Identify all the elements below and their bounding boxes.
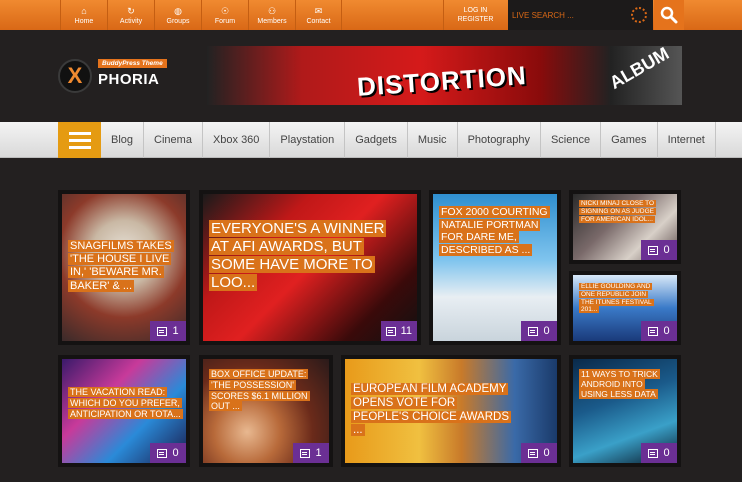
comment-icon — [528, 448, 539, 458]
comment-count-badge[interactable]: 0 — [521, 443, 557, 463]
post-card[interactable]: BOX OFFICE UPDATE: 'THE POSSESSION' SCOR… — [199, 355, 333, 467]
post-card[interactable]: ELLIE GOULDING AND ONE REPUBLIC JOIN THE… — [569, 271, 681, 345]
nav-label: Forum — [214, 17, 236, 25]
post-card[interactable]: 11 WAYS TO TRICK ANDROID INTO USING LESS… — [569, 355, 681, 467]
logo-tagline: BuddyPress Theme — [98, 59, 167, 68]
comment-count-badge[interactable]: 0 — [641, 240, 677, 260]
banner-side-text: ALBUM — [606, 46, 673, 93]
nav-home[interactable]: ⌂ Home — [60, 0, 107, 30]
home-icon: ⌂ — [81, 5, 87, 16]
contact-icon: ✉ — [314, 5, 323, 16]
comment-icon — [648, 448, 659, 458]
search-input[interactable] — [512, 6, 622, 24]
nav-label: Groups — [166, 17, 190, 25]
logo-name: PHORIA — [98, 71, 160, 88]
comment-icon — [648, 326, 659, 336]
groups-icon: ◍ — [174, 5, 182, 16]
category-gadgets[interactable]: Gadgets — [345, 122, 408, 158]
members-icon: ⚇ — [267, 5, 277, 16]
category-games[interactable]: Games — [601, 122, 658, 158]
category-xbox-360[interactable]: Xbox 360 — [203, 122, 271, 158]
category-science[interactable]: Science — [541, 122, 602, 158]
nav-members[interactable]: ⚇ Members — [248, 0, 295, 30]
category-cinema[interactable]: Cinema — [144, 122, 203, 158]
nav-label: Activity — [119, 17, 143, 25]
comment-icon — [157, 448, 168, 458]
comment-count-badge[interactable]: 0 — [641, 321, 677, 341]
header-banner[interactable]: DISTORTION ALBUM — [207, 46, 682, 105]
top-navigation: ⌂ Home ↻ Activity ◍ Groups ☉ Forum ⚇ Members … — [60, 0, 342, 30]
post-card[interactable]: NICKI MINAJ CLOSE TO SIGNING ON AS JUDGE… — [569, 190, 681, 264]
search-icon — [660, 6, 678, 24]
post-title: FOX 2000 COURTING NATALIE PORTMAN FOR DA… — [439, 206, 550, 256]
category-menu: Blog Cinema Xbox 360 Playstation Gadgets… — [101, 122, 716, 158]
category-photography[interactable]: Photography — [458, 122, 541, 158]
post-card[interactable]: SNAGFILMS TAKES 'THE HOUSE I LIVE IN,' '… — [58, 190, 190, 345]
category-playstation[interactable]: Playstation — [270, 122, 346, 158]
comment-count-badge[interactable]: 0 — [150, 443, 186, 463]
comment-count-badge[interactable]: 1 — [150, 321, 186, 341]
site-logo[interactable]: X BuddyPress Theme PHORIA — [58, 56, 178, 96]
menu-toggle-button[interactable] — [58, 122, 101, 158]
comment-icon — [385, 326, 396, 336]
nav-contact[interactable]: ✉ Contact — [295, 0, 342, 30]
logo-mark: X — [58, 59, 92, 93]
post-card[interactable]: EVERYONE'S A WINNER AT AFI AWARDS, BUT S… — [199, 190, 421, 345]
post-title: SNAGFILMS TAKES 'THE HOUSE I LIVE IN,' '… — [68, 240, 174, 292]
nav-groups[interactable]: ◍ Groups — [154, 0, 201, 30]
nav-label: Home — [74, 17, 94, 25]
auth-links: LOG IN REGISTER — [443, 0, 507, 30]
nav-activity[interactable]: ↻ Activity — [107, 0, 154, 30]
post-title: THE VACATION READ: WHICH DO YOU PREFER, … — [68, 387, 183, 419]
nav-forum[interactable]: ☉ Forum — [201, 0, 248, 30]
comment-icon — [648, 245, 659, 255]
comment-icon — [157, 326, 168, 336]
settings-gear-icon[interactable] — [631, 7, 647, 23]
comment-count-badge[interactable]: 0 — [521, 321, 557, 341]
post-card[interactable]: FOX 2000 COURTING NATALIE PORTMAN FOR DA… — [429, 190, 561, 345]
post-title: NICKI MINAJ CLOSE TO SIGNING ON AS JUDGE… — [579, 200, 657, 223]
category-music[interactable]: Music — [408, 122, 458, 158]
comment-count-badge[interactable]: 1 — [293, 443, 329, 463]
nav-label: Contact — [306, 17, 331, 25]
post-title: ELLIE GOULDING AND ONE REPUBLIC JOIN THE… — [579, 283, 654, 314]
comment-icon — [528, 326, 539, 336]
post-title: EVERYONE'S A WINNER AT AFI AWARDS, BUT S… — [209, 220, 387, 291]
post-title: EUROPEAN FILM ACADEMY OPENS VOTE FOR PEO… — [351, 383, 511, 437]
register-link[interactable]: REGISTER — [458, 15, 494, 24]
activity-icon: ↻ — [127, 5, 135, 16]
category-internet[interactable]: Internet — [658, 122, 716, 158]
post-title: BOX OFFICE UPDATE: 'THE POSSESSION' SCOR… — [209, 369, 310, 412]
post-card[interactable]: THE VACATION READ: WHICH DO YOU PREFER, … — [58, 355, 190, 467]
post-title: 11 WAYS TO TRICK ANDROID INTO USING LESS… — [579, 369, 660, 400]
search-button[interactable] — [654, 0, 684, 30]
comment-icon — [300, 448, 311, 458]
nav-label: Members — [257, 17, 287, 25]
forum-icon: ☉ — [220, 5, 230, 16]
login-link[interactable]: LOG IN — [464, 6, 488, 15]
post-card[interactable]: EUROPEAN FILM ACADEMY OPENS VOTE FOR PEO… — [341, 355, 561, 467]
category-blog[interactable]: Blog — [101, 122, 145, 158]
banner-text: DISTORTION — [356, 60, 528, 102]
comment-count-badge[interactable]: 0 — [641, 443, 677, 463]
comment-count-badge[interactable]: 11 — [380, 321, 417, 341]
